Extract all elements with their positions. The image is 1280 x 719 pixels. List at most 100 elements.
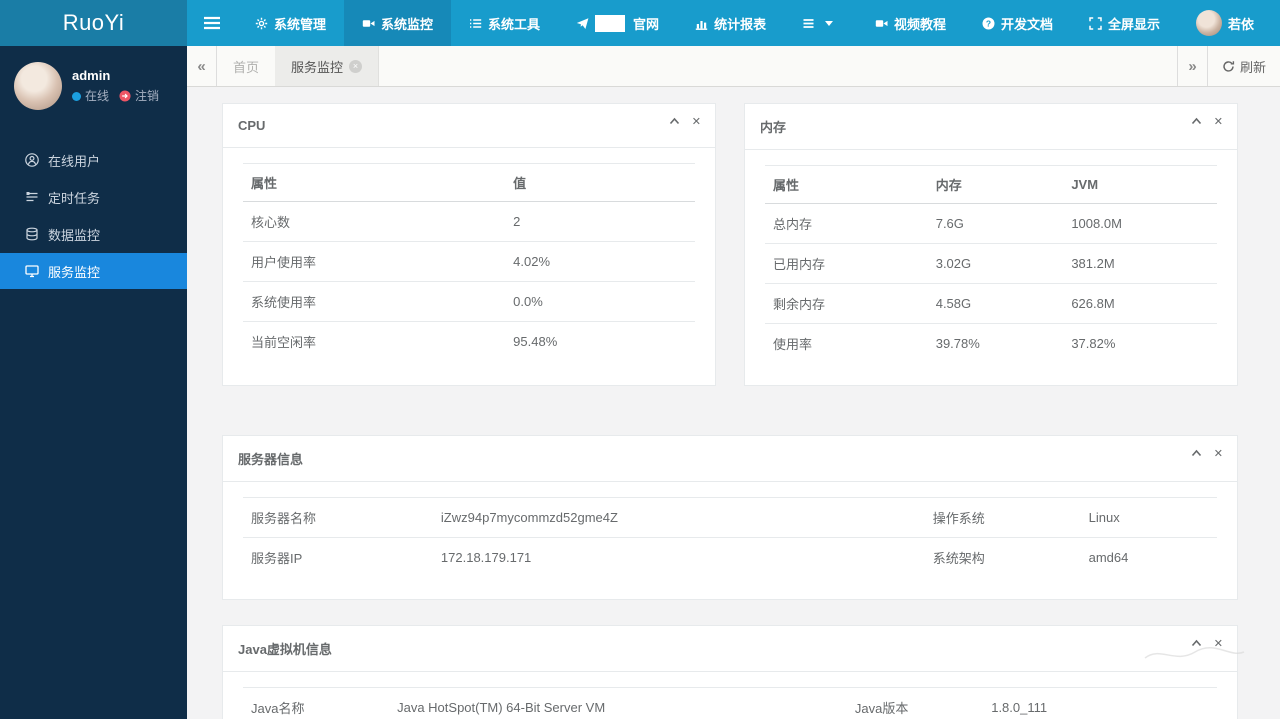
- nav-item-user-profile[interactable]: 若依: [1178, 0, 1272, 46]
- hamburger-icon: [203, 16, 221, 30]
- list-icon: [469, 17, 482, 30]
- video-icon: [362, 17, 375, 30]
- navbar-menu: 系统管理 系统监控 系统工具 官网 统计报表: [187, 0, 851, 46]
- logout-link[interactable]: 注销: [119, 86, 159, 106]
- label-cell: 操作系统: [924, 497, 1081, 538]
- value-cell: Linux: [1080, 497, 1217, 538]
- close-icon[interactable]: ✕: [1214, 449, 1223, 460]
- sidebar-item-label: 数据监控: [48, 227, 101, 243]
- attr-cell: 核心数: [243, 201, 506, 242]
- value-cell: 4.02%: [505, 241, 695, 282]
- panel-title: CPU: [238, 118, 266, 133]
- close-icon[interactable]: ✕: [692, 117, 701, 128]
- value-cell: amd64: [1080, 537, 1217, 577]
- video-icon: [875, 17, 888, 30]
- close-icon[interactable]: ✕: [1214, 639, 1223, 650]
- collapse-icon[interactable]: [1191, 639, 1202, 650]
- tasks-icon: [25, 190, 39, 204]
- tab-close-icon[interactable]: ×: [349, 59, 363, 73]
- label-cell: Java版本: [846, 687, 984, 719]
- label-cell: 服务器IP: [243, 537, 433, 577]
- collapse-icon[interactable]: [669, 117, 680, 128]
- label-cell: 服务器名称: [243, 497, 433, 538]
- value-cell: 1.8.0_111: [983, 687, 1217, 719]
- value-cell: 626.8M: [1063, 283, 1217, 324]
- list-icon: [802, 17, 815, 30]
- value-cell: 4.58G: [927, 283, 1064, 324]
- tabs-scroll-right-button[interactable]: »: [1176, 46, 1207, 86]
- value-cell: 7.6G: [927, 203, 1064, 244]
- cpu-table: 属性 值 核心数 2 用户使用率 4.02% 系统使用率 0.0% 当前空闲率 …: [243, 163, 695, 361]
- attr-cell: 系统使用率: [243, 281, 506, 322]
- memory-panel: 内存 ✕ 属性 内存 JVM 总内存 7.6G 1008.0M 已用内存 3.0…: [744, 103, 1238, 386]
- nav-item-more-dropdown[interactable]: [784, 0, 851, 46]
- nav-item-label: 开发文档: [1000, 16, 1053, 32]
- navbar-right: 视频教程 ? 开发文档 全屏显示 若依: [857, 0, 1280, 46]
- sidebar-toggle-button[interactable]: [187, 0, 237, 46]
- nav-item-video-tutorial[interactable]: 视频教程: [857, 0, 964, 46]
- sidebar-item-label: 在线用户: [48, 153, 101, 169]
- nav-item-label: 官网: [633, 16, 660, 32]
- avatar[interactable]: [14, 62, 62, 110]
- attr-cell: 用户使用率: [243, 241, 506, 282]
- nav-item-fullscreen[interactable]: 全屏显示: [1071, 0, 1178, 46]
- tab-home[interactable]: 首页: [217, 46, 275, 86]
- attr-cell: 当前空闲率: [243, 321, 506, 361]
- label-cell: Java名称: [243, 687, 390, 719]
- nav-item-system-tools[interactable]: 系统工具: [451, 0, 558, 46]
- tab-service-monitor[interactable]: 服务监控 ×: [275, 46, 380, 86]
- cpu-panel: CPU ✕ 属性 值 核心数 2 用户使用率 4.02% 系统使用率 0.0% …: [222, 103, 716, 386]
- table-row: 用户使用率 4.02%: [243, 241, 695, 282]
- column-header: 属性: [243, 163, 506, 202]
- value-cell: 3.02G: [927, 243, 1064, 284]
- app-logo[interactable]: RuoYi: [0, 0, 187, 46]
- column-header: 内存: [927, 165, 1064, 204]
- online-status: 在线: [72, 86, 109, 106]
- column-header: 属性: [765, 165, 928, 204]
- value-cell: 2: [505, 201, 695, 242]
- fullscreen-icon: [1089, 16, 1102, 30]
- nav-item-system-monitor[interactable]: 系统监控: [344, 0, 452, 46]
- panel-title: Java虚拟机信息: [238, 642, 332, 657]
- column-header: 值: [505, 163, 695, 202]
- sidebar-item-scheduled-tasks[interactable]: 定时任务: [0, 179, 187, 215]
- sidebar-item-service-monitor[interactable]: 服务监控: [0, 253, 187, 289]
- collapse-icon[interactable]: [1191, 117, 1202, 128]
- collapse-icon[interactable]: [1191, 449, 1202, 460]
- nav-item-dev-docs[interactable]: ? 开发文档: [964, 0, 1071, 46]
- nav-item-label: 视频教程: [893, 16, 946, 32]
- nav-item-label: 统计报表: [714, 16, 767, 32]
- user-icon: [25, 153, 39, 167]
- nav-item-system-manage[interactable]: 系统管理: [237, 0, 344, 46]
- nav-item-label: 若依: [1227, 16, 1254, 32]
- refresh-tab-button[interactable]: 刷新: [1206, 46, 1280, 86]
- left-sidebar: admin 在线 注销 在线用户 定时任务 数据监控 服务监控: [0, 46, 187, 719]
- value-cell: 172.18.179.171: [432, 537, 925, 577]
- memory-table: 属性 内存 JVM 总内存 7.6G 1008.0M 已用内存 3.02G 38…: [765, 165, 1217, 363]
- sidebar-item-online-users[interactable]: 在线用户: [0, 142, 187, 178]
- tabs-scroll-left-button[interactable]: «: [187, 46, 217, 86]
- page-content: CPU ✕ 属性 值 核心数 2 用户使用率 4.02% 系统使用率 0.0% …: [187, 87, 1280, 719]
- nav-item-label: 系统监控: [381, 16, 434, 32]
- main-area: « 首页 服务监控 × » 刷新 CPU ✕ 属性 值 核心数 2 用户使用率 …: [187, 46, 1280, 719]
- sidebar-item-label: 服务监控: [48, 264, 101, 280]
- nav-item-label: 系统管理: [274, 16, 327, 32]
- sidebar-menu: 在线用户 定时任务 数据监控 服务监控: [0, 142, 187, 289]
- sidebar-item-data-monitor[interactable]: 数据监控: [0, 216, 187, 252]
- label-cell: 系统架构: [924, 537, 1081, 577]
- close-icon[interactable]: ✕: [1214, 117, 1223, 128]
- bar-chart-icon: [695, 17, 708, 30]
- online-dot-icon: [72, 91, 81, 101]
- nav-item-report[interactable]: 统计报表: [677, 0, 784, 46]
- top-navbar: RuoYi 系统管理 系统监控 系统工具 官网 统计报表 视频教程 ? 开发文档…: [0, 0, 1280, 46]
- nav-item-official-site[interactable]: 官网: [558, 0, 677, 46]
- value-cell: 37.82%: [1063, 323, 1217, 363]
- attr-cell: 使用率: [765, 323, 928, 363]
- logout-icon: [119, 90, 131, 102]
- jvm-info-panel: Java虚拟机信息 ✕ Java名称 Java HotSpot(TM) 64-B…: [222, 625, 1238, 719]
- panel-title: 服务器信息: [238, 452, 304, 467]
- username: admin: [72, 68, 111, 83]
- table-row: 使用率 39.78% 37.82%: [765, 323, 1217, 363]
- value-cell: 1008.0M: [1063, 203, 1217, 244]
- user-avatar: [1195, 10, 1222, 36]
